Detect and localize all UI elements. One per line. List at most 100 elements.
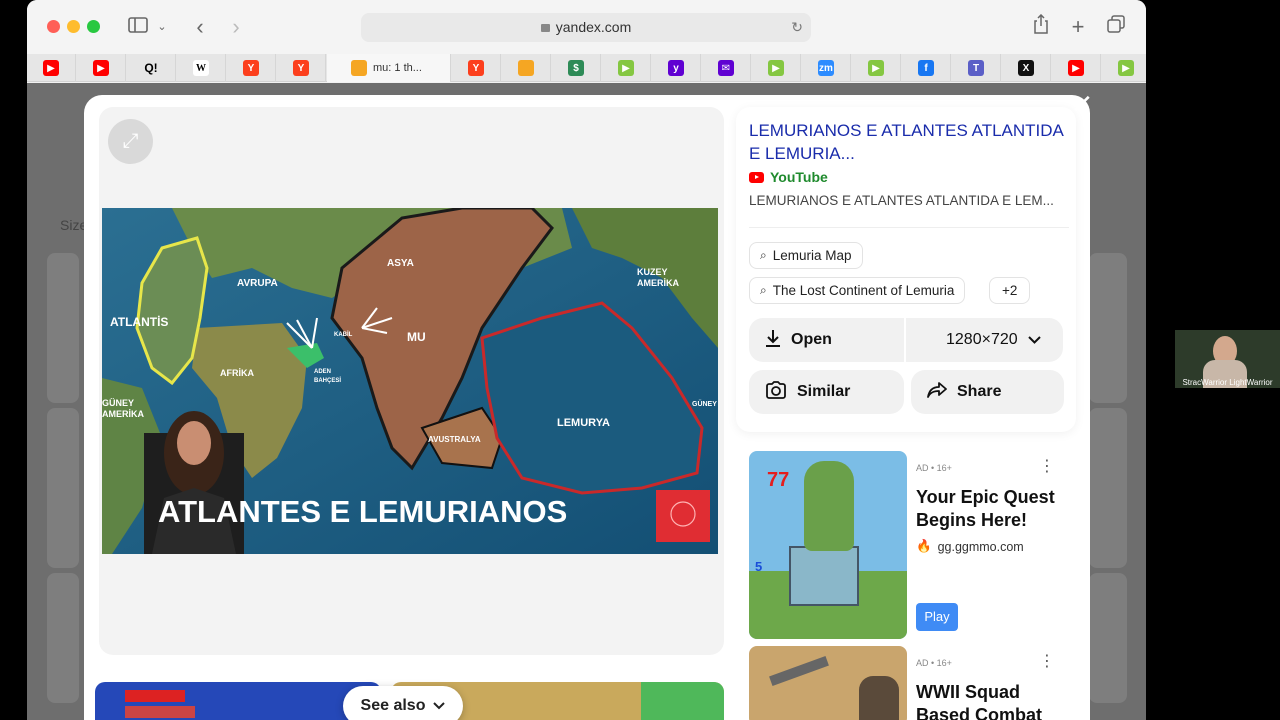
open-image-button[interactable]: Open — [749, 318, 904, 362]
ad-tag: AD • 16+ — [916, 658, 952, 668]
tab[interactable]: Y — [227, 54, 276, 82]
tab[interactable]: f — [902, 54, 951, 82]
share-icon[interactable] — [1030, 13, 1052, 40]
ad-play-button[interactable]: Play — [916, 603, 958, 631]
sidebar-toggle-icon[interactable] — [125, 14, 151, 40]
tab[interactable]: Q! — [127, 54, 176, 82]
screen: ⌄ ‹ › yandex.com ↻ + ▶ ▶ Q! W Y Ymu: 1 th... Y… — [0, 0, 1280, 720]
reload-icon[interactable]: ↻ — [791, 13, 803, 42]
tab[interactable]: ▶ — [1052, 54, 1101, 82]
map-label-avustralya: AVUSTRALYA — [428, 435, 481, 444]
rumble-icon: ▶ — [618, 60, 634, 76]
new-tab-button[interactable]: + — [1067, 14, 1089, 40]
map-label-aden: ADEN — [314, 369, 331, 375]
chevron-down-icon — [433, 699, 446, 713]
q-icon: Q! — [144, 61, 158, 75]
tab[interactable]: ▶ — [602, 54, 651, 82]
resolution-select[interactable]: 1280×720 — [906, 318, 1063, 362]
dollar-icon: $ — [568, 60, 584, 76]
search-icon: ⌕ — [760, 283, 767, 297]
fullscreen-expand-icon[interactable]: ⤢ — [108, 119, 153, 164]
yandex-icon: Y — [468, 60, 484, 76]
map-label-amerika: AMERİKA — [637, 278, 679, 288]
tab-bar: ▶ ▶ Q! W Y Ymu: 1 th... Y $ ▶ y ✉ ▶ zm ▶ f T X ▶ ▶ — [27, 54, 1146, 82]
tab[interactable]: ▶ — [27, 54, 76, 82]
map-label-bahcesi: BAHÇESİ — [314, 377, 341, 384]
tab[interactable]: zm — [802, 54, 851, 82]
see-also-label: See also — [360, 697, 426, 714]
ad-card[interactable]: 77 5 AD • 16+ ⋮ Your Epic Quest Begins H… — [749, 451, 1067, 641]
search-icon: ⌕ — [760, 248, 767, 262]
related-search-chip[interactable]: ⌕ Lemuria Map — [749, 242, 863, 269]
tab[interactable]: ▶ — [77, 54, 126, 82]
share-label: Share — [957, 383, 1002, 400]
yahoo-icon: y — [668, 60, 684, 76]
window-minimize-button[interactable] — [67, 20, 80, 33]
forward-button[interactable]: › — [225, 14, 247, 40]
see-also-button[interactable]: See also — [343, 686, 463, 720]
ad-domain[interactable]: 🔥 gg.ggmmo.com — [916, 539, 1024, 554]
tab-active[interactable]: mu: 1 th... — [327, 54, 451, 82]
image-preview-modal: ⤢ ATLANTİS AVRUPA ASYA MU AFRİKA KUZEY A… — [84, 95, 1090, 720]
close-modal-icon[interactable]: ✕ — [1068, 90, 1096, 118]
tab[interactable]: W — [177, 54, 226, 82]
open-label: Open — [791, 331, 832, 348]
more-options-icon[interactable]: ⋮ — [1039, 654, 1055, 670]
tab[interactable]: y — [652, 54, 701, 82]
window-close-button[interactable] — [47, 20, 60, 33]
chevron-down-icon[interactable]: ⌄ — [155, 14, 169, 40]
ad-badge-number: 77 — [767, 469, 790, 491]
address-bar[interactable]: yandex.com ↻ — [361, 13, 811, 42]
tab[interactable]: ▶ — [1102, 54, 1146, 82]
tab[interactable]: ✉ — [702, 54, 751, 82]
camera-search-icon — [765, 380, 787, 405]
ad-image: 77 5 — [749, 451, 907, 639]
tab[interactable]: Y — [277, 54, 326, 82]
resolution-value: 1280×720 — [946, 331, 1018, 348]
tab-overview-icon[interactable] — [1105, 14, 1127, 40]
tab[interactable]: ▶ — [752, 54, 801, 82]
more-options-icon[interactable]: ⋮ — [1039, 459, 1055, 475]
lock-icon — [540, 24, 550, 32]
tab[interactable]: T — [952, 54, 1001, 82]
map-label-lemurya: LEMURYA — [557, 417, 610, 429]
map-label-atlantis: ATLANTİS — [110, 314, 168, 329]
background-thumbnail — [47, 253, 79, 403]
back-button[interactable]: ‹ — [189, 14, 211, 40]
preview-image[interactable]: ATLANTİS AVRUPA ASYA MU AFRİKA KUZEY AME… — [102, 208, 718, 554]
image-viewer: ⤢ ATLANTİS AVRUPA ASYA MU AFRİKA KUZEY A… — [99, 107, 724, 655]
source-link[interactable]: YouTube — [749, 169, 828, 185]
map-label-kabil: KABİL — [334, 331, 353, 338]
image-icon — [518, 60, 534, 76]
ad-title[interactable]: Your Epic Quest Begins Here! — [916, 486, 1066, 532]
map-label-avrupa: AVRUPA — [237, 278, 278, 289]
ad-title[interactable]: WWII Squad Based Combat — [916, 681, 1066, 720]
tab[interactable]: Y — [452, 54, 501, 82]
more-chips-button[interactable]: +2 — [989, 277, 1031, 304]
browser-window: ⌄ ‹ › yandex.com ↻ + ▶ ▶ Q! W Y Ymu: 1 th... Y… — [27, 0, 1146, 720]
facebook-icon: f — [918, 60, 934, 76]
window-maximize-button[interactable] — [87, 20, 100, 33]
background-thumbnail — [1089, 573, 1127, 703]
background-thumbnail — [47, 408, 79, 568]
chevron-down-icon — [1027, 331, 1041, 349]
similar-button[interactable]: Similar — [749, 370, 904, 414]
ad-card[interactable]: AD • 16+ ⋮ WWII Squad Based Combat — [749, 646, 1067, 720]
tab[interactable]: ▶ — [852, 54, 901, 82]
tab[interactable]: $ — [552, 54, 601, 82]
yandex-icon: Y — [293, 60, 309, 76]
tab[interactable]: X — [1002, 54, 1051, 82]
x-icon: X — [1018, 60, 1034, 76]
ad-badge-side: 5 — [755, 559, 763, 574]
see-also-thumbnail[interactable] — [95, 682, 381, 720]
channel-logo — [656, 490, 710, 542]
tab[interactable] — [502, 54, 551, 82]
share-button[interactable]: Share — [911, 370, 1064, 414]
tab-label: mu: 1 th... — [373, 62, 422, 74]
related-search-chip[interactable]: ⌕ The Lost Continent of Lemuria — [749, 277, 966, 304]
youtube-icon: ▶ — [93, 60, 109, 76]
background-thumbnail — [1089, 408, 1127, 568]
result-title-link[interactable]: LEMURIANOS E ATLANTES ATLANTIDA E LEMURI… — [749, 119, 1069, 165]
background-thumbnail — [47, 573, 79, 703]
yandex-icon: Y — [243, 60, 259, 76]
